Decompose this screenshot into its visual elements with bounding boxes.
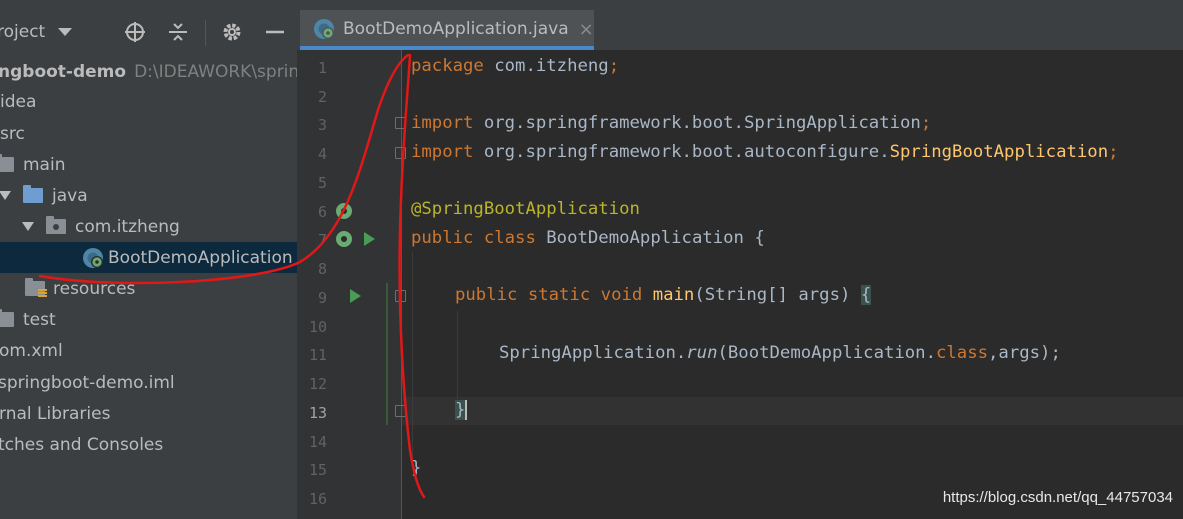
watermark: https://blog.csdn.net/qq_44757034 xyxy=(942,489,1173,506)
red-annotation-drawing xyxy=(38,53,426,499)
